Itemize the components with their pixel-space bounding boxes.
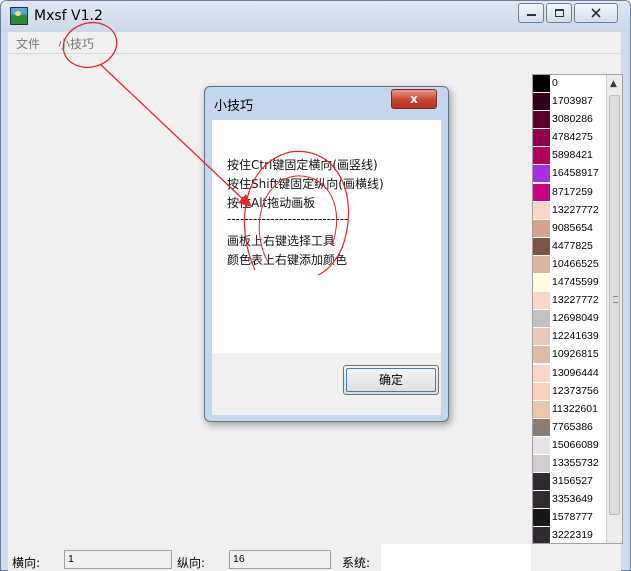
color-value: 3353649 (552, 493, 593, 506)
horizontal-label: 横向: (12, 556, 41, 570)
color-swatch[interactable] (533, 93, 550, 111)
color-value: 4784275 (552, 131, 593, 144)
color-swatch[interactable] (533, 418, 550, 436)
color-value: 3080286 (552, 113, 593, 126)
color-swatch[interactable] (533, 400, 550, 418)
close-button[interactable] (574, 3, 618, 23)
scroll-up-icon[interactable]: ▲ (610, 79, 617, 89)
color-swatch[interactable] (533, 473, 550, 491)
color-swatch[interactable] (533, 237, 550, 255)
color-swatch[interactable] (533, 292, 550, 310)
color-value: 10926815 (552, 348, 599, 361)
color-value: 12241639 (552, 330, 599, 343)
color-value: 8717259 (552, 185, 593, 198)
color-value: 10466525 (552, 257, 599, 270)
color-value: 9085654 (552, 221, 593, 234)
system-field (381, 544, 531, 571)
dialog-footer: 确定 (212, 353, 441, 415)
color-swatch[interactable] (533, 527, 550, 543)
color-value: 12698049 (552, 312, 599, 325)
menu-tips[interactable]: 小技巧 (58, 35, 94, 52)
title-bar[interactable]: Mxsf V1.2 (1, 1, 630, 33)
color-swatch[interactable] (533, 310, 550, 328)
window-title: Mxsf V1.2 (34, 8, 103, 24)
color-swatch[interactable] (533, 111, 550, 129)
maximize-button[interactable] (546, 3, 572, 23)
color-value: 13227772 (552, 294, 599, 307)
maximize-icon (554, 9, 564, 17)
color-swatch[interactable] (533, 454, 550, 472)
color-value: 3222319 (552, 529, 593, 542)
color-value: 11322601 (552, 402, 598, 415)
status-bar: 横向: 1 纵向: 16 系统: (8, 544, 621, 571)
color-swatch[interactable] (533, 436, 550, 454)
tips-dialog: 小技巧 x 按住Ctrl键固定横向(画竖线) 按住Shift键固定纵向(画横线)… (204, 86, 449, 422)
grip-icon (613, 296, 618, 303)
vertical-label: 纵向: (177, 556, 206, 570)
palette-scrollbar[interactable]: ▲ (606, 75, 622, 543)
color-swatch[interactable] (533, 328, 550, 346)
color-value: 12373756 (552, 384, 599, 397)
color-swatch[interactable] (533, 129, 550, 147)
color-swatch[interactable] (533, 165, 550, 183)
color-swatch[interactable] (533, 75, 550, 92)
color-value: 14745599 (552, 276, 599, 289)
tip-separator: ---------------------------- (227, 212, 349, 226)
color-value: 13227772 (552, 203, 599, 216)
color-value: 7765386 (552, 420, 593, 433)
color-value: 3156527 (552, 475, 593, 488)
vertical-field: 16 (229, 550, 331, 569)
color-swatch[interactable] (533, 255, 550, 273)
color-value: 0 (552, 77, 558, 89)
color-value: 4477825 (552, 239, 593, 252)
ok-button[interactable]: 确定 (343, 365, 439, 395)
color-swatch[interactable] (533, 201, 550, 219)
close-icon (591, 8, 601, 18)
horizontal-field: 1 (64, 550, 172, 569)
tip-line: 按住Ctrl键固定横向(画竖线) (227, 158, 378, 172)
color-swatch[interactable] (533, 382, 550, 400)
color-swatch[interactable] (533, 491, 550, 509)
color-swatch[interactable] (533, 219, 550, 237)
color-value: 1703987 (552, 95, 593, 108)
minimize-icon (526, 14, 536, 16)
dialog-close-button[interactable]: x (391, 89, 437, 109)
scrollbar-thumb[interactable] (609, 95, 620, 515)
color-swatch[interactable] (533, 364, 550, 382)
menu-file[interactable]: 文件 (16, 35, 40, 52)
color-swatch[interactable] (533, 183, 550, 201)
system-label: 系统: (342, 556, 371, 570)
tip-line: 按住Shift键固定纵向(画横线) (227, 177, 384, 191)
tip-line: 按住Alt拖动画板 (227, 196, 316, 210)
color-swatch[interactable] (533, 147, 550, 165)
color-swatch[interactable] (533, 346, 550, 364)
color-swatch[interactable] (533, 274, 550, 292)
tip-line: 画板上右键选择工具 (227, 234, 336, 248)
color-value: 13096444 (552, 366, 599, 379)
color-value: 5898421 (552, 149, 593, 162)
menu-bar: 文件 小技巧 (8, 32, 621, 54)
color-value: 13355732 (552, 456, 599, 469)
dialog-title: 小技巧 (214, 99, 254, 114)
color-value: 1578777 (552, 511, 593, 524)
color-value: 16458917 (552, 167, 599, 180)
minimize-button[interactable] (518, 3, 544, 23)
tip-line: 颜色表上右键添加颜色 (227, 253, 348, 267)
color-value: 15066089 (552, 438, 599, 451)
app-icon (10, 7, 28, 25)
color-swatch[interactable] (533, 509, 550, 527)
dialog-body: 按住Ctrl键固定横向(画竖线) 按住Shift键固定纵向(画横线) 按住Alt… (212, 120, 441, 353)
